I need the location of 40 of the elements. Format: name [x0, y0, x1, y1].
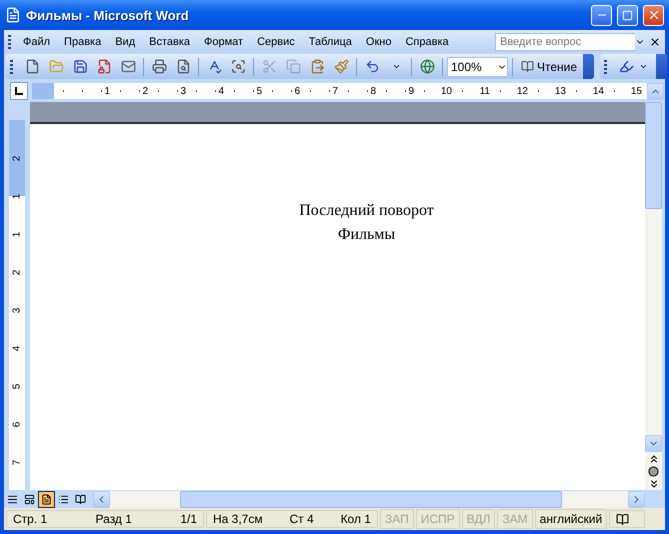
document-text: Фильмы: [338, 226, 396, 244]
menu-item[interactable]: Формат: [198, 34, 250, 50]
ruler-number: 1: [12, 232, 22, 238]
ruler-number: 15: [630, 86, 643, 96]
document-text: Последний поворот: [299, 202, 434, 220]
ruler-number: 7: [12, 460, 22, 466]
menu-item[interactable]: Вид: [109, 34, 142, 50]
help-search-field[interactable]: Введите вопрос: [495, 32, 635, 50]
ruler-number: 5: [12, 384, 22, 390]
ruler-number: 1: [103, 86, 111, 96]
ruler-number: 2: [12, 156, 22, 162]
language-indicator: английский: [534, 509, 608, 529]
ruler-number: 6: [12, 422, 22, 428]
ruler-number: 11: [478, 86, 491, 96]
ruler-number: 9: [407, 86, 415, 96]
ruler-number: 4: [12, 346, 22, 352]
ruler-number: 13: [554, 86, 567, 96]
window-title: Фильмы - Microsoft Word: [26, 8, 190, 22]
menu-item[interactable]: Сервис: [251, 34, 301, 50]
menu-item[interactable]: Таблица: [302, 34, 358, 50]
ruler-number: 3: [179, 86, 187, 96]
ruler-number: 3: [12, 308, 22, 314]
menu-item[interactable]: Окно: [360, 34, 398, 50]
ruler-number: 2: [141, 86, 149, 96]
zoom-field[interactable]: 100%: [447, 56, 508, 76]
menu-item[interactable]: Файл: [17, 34, 56, 50]
ruler-number: 5: [255, 86, 263, 96]
ruler-number: 8: [369, 86, 377, 96]
ruler-number: 1: [12, 194, 22, 200]
ruler-number: 14: [592, 86, 605, 96]
menu-item[interactable]: Справка: [399, 34, 455, 50]
ruler-number: 7: [331, 86, 339, 96]
ruler-number: 2: [12, 270, 22, 276]
ruler-number: 12: [516, 86, 529, 96]
ruler-number: 4: [217, 86, 225, 96]
reading-button[interactable]: Чтение: [517, 56, 582, 78]
ruler-number: 6: [293, 86, 301, 96]
menu-item[interactable]: Вставка: [143, 34, 196, 50]
menu-item[interactable]: Правка: [58, 34, 108, 50]
ruler-number: 10: [440, 86, 453, 96]
